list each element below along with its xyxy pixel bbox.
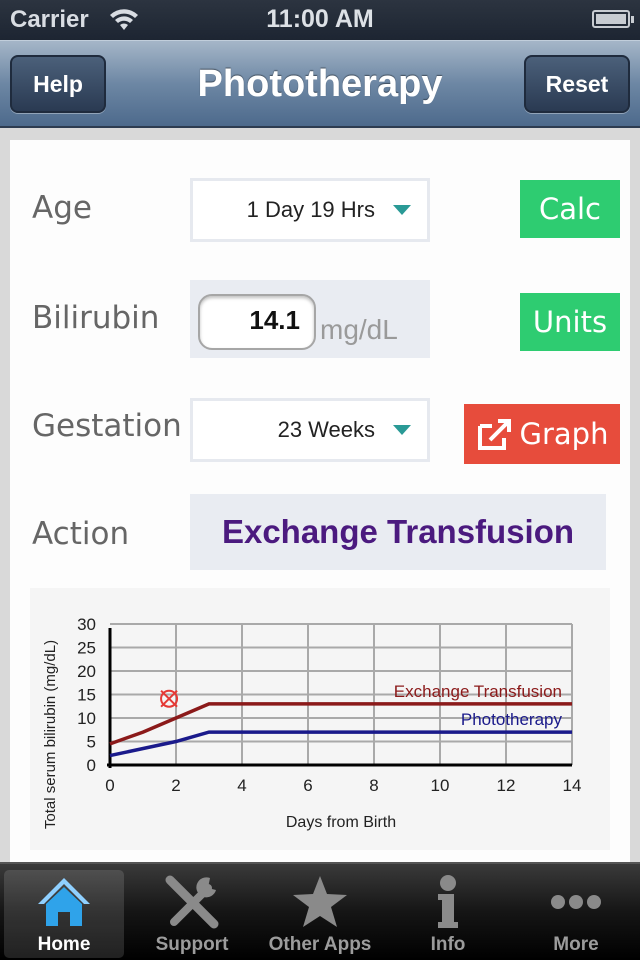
more-icon xyxy=(551,895,601,909)
reset-button[interactable]: Reset xyxy=(524,55,630,113)
dropdown-caret-icon xyxy=(393,205,411,215)
x-tick-label: 4 xyxy=(237,776,246,795)
tab-home[interactable]: Home xyxy=(4,870,124,958)
tab-support[interactable]: Support xyxy=(132,870,252,958)
bilirubin-field-group: 14.1 mg/dL xyxy=(190,280,430,358)
calc-button[interactable]: Calc xyxy=(520,180,620,238)
x-tick-label: 8 xyxy=(369,776,378,795)
patient-marker-cross xyxy=(160,690,178,708)
tab-other-apps-label: Other Apps xyxy=(268,934,372,955)
clock: 11:00 AM xyxy=(266,5,374,33)
navigation-bar: Help Phototherapy Reset xyxy=(0,40,640,128)
x-tick-label: 10 xyxy=(431,776,450,795)
x-tick-label: 12 xyxy=(497,776,516,795)
battery-icon xyxy=(592,10,634,28)
y-tick-label: 5 xyxy=(87,733,96,752)
y-axis-title: Total serum bilirubin (mg/dL) xyxy=(42,640,59,829)
bilirubin-input[interactable]: 14.1 xyxy=(198,294,316,350)
series-label: Phototherapy xyxy=(461,710,563,729)
info-icon xyxy=(438,875,458,928)
units-button[interactable]: Units xyxy=(520,293,620,351)
age-value: 1 Day 19 Hrs xyxy=(246,197,375,222)
age-picker[interactable]: 1 Day 19 Hrs xyxy=(190,178,430,242)
y-tick-label: 10 xyxy=(77,709,96,728)
gestation-value: 23 Weeks xyxy=(277,417,375,442)
bilirubin-label: Bilirubin xyxy=(32,300,160,336)
bilirubin-unit: mg/dL xyxy=(320,314,398,345)
status-bar: Carrier 11:00 AM xyxy=(0,0,640,40)
x-tick-label: 6 xyxy=(303,776,312,795)
y-tick-label: 0 xyxy=(87,756,96,775)
bilirubin-chart: 0 5 10 15 20 25 30 0 2 4 6 8 10 12 14 Days from Birth To… xyxy=(30,588,610,850)
series-line-phototherapy xyxy=(109,730,572,758)
action-result: Exchange Transfusion xyxy=(190,494,606,570)
calculator-panel: Age 1 Day 19 Hrs Calc Bilirubin 14.1 mg/… xyxy=(10,140,630,862)
x-tick-label: 14 xyxy=(563,776,582,795)
age-label: Age xyxy=(32,190,92,226)
tools-icon xyxy=(165,875,219,929)
gestation-label: Gestation xyxy=(32,408,182,444)
external-link-icon xyxy=(477,419,511,450)
action-label: Action xyxy=(32,516,130,552)
chart-svg: 0 5 10 15 20 25 30 0 2 4 6 8 10 12 14 Days from Birth To… xyxy=(42,615,582,831)
tab-other-apps[interactable]: Other Apps xyxy=(260,870,380,958)
y-tick-label: 15 xyxy=(77,686,96,705)
y-tick-label: 25 xyxy=(77,639,96,658)
star-icon xyxy=(293,876,347,927)
graph-button-label: Graph xyxy=(519,417,609,451)
y-tick-label: 20 xyxy=(77,662,96,681)
tab-home-label: Home xyxy=(37,934,91,955)
home-icon xyxy=(38,878,90,926)
tab-info-label: Info xyxy=(430,934,466,955)
x-axis-title: Days from Birth xyxy=(286,814,396,831)
dropdown-caret-icon xyxy=(393,425,411,435)
x-tick-label: 0 xyxy=(105,776,114,795)
tab-support-label: Support xyxy=(155,934,229,955)
series-label: Exchange Transfusion xyxy=(394,682,562,701)
x-tick-label: 2 xyxy=(171,776,180,795)
graph-button[interactable]: Graph xyxy=(464,404,620,464)
tab-more[interactable]: More xyxy=(516,870,636,958)
gestation-picker[interactable]: 23 Weeks xyxy=(190,398,430,462)
tab-bar: Home Support Other Apps Info More xyxy=(0,862,640,960)
tab-more-label: More xyxy=(553,934,599,955)
tab-info[interactable]: Info xyxy=(388,870,508,958)
y-tick-label: 30 xyxy=(77,615,96,634)
